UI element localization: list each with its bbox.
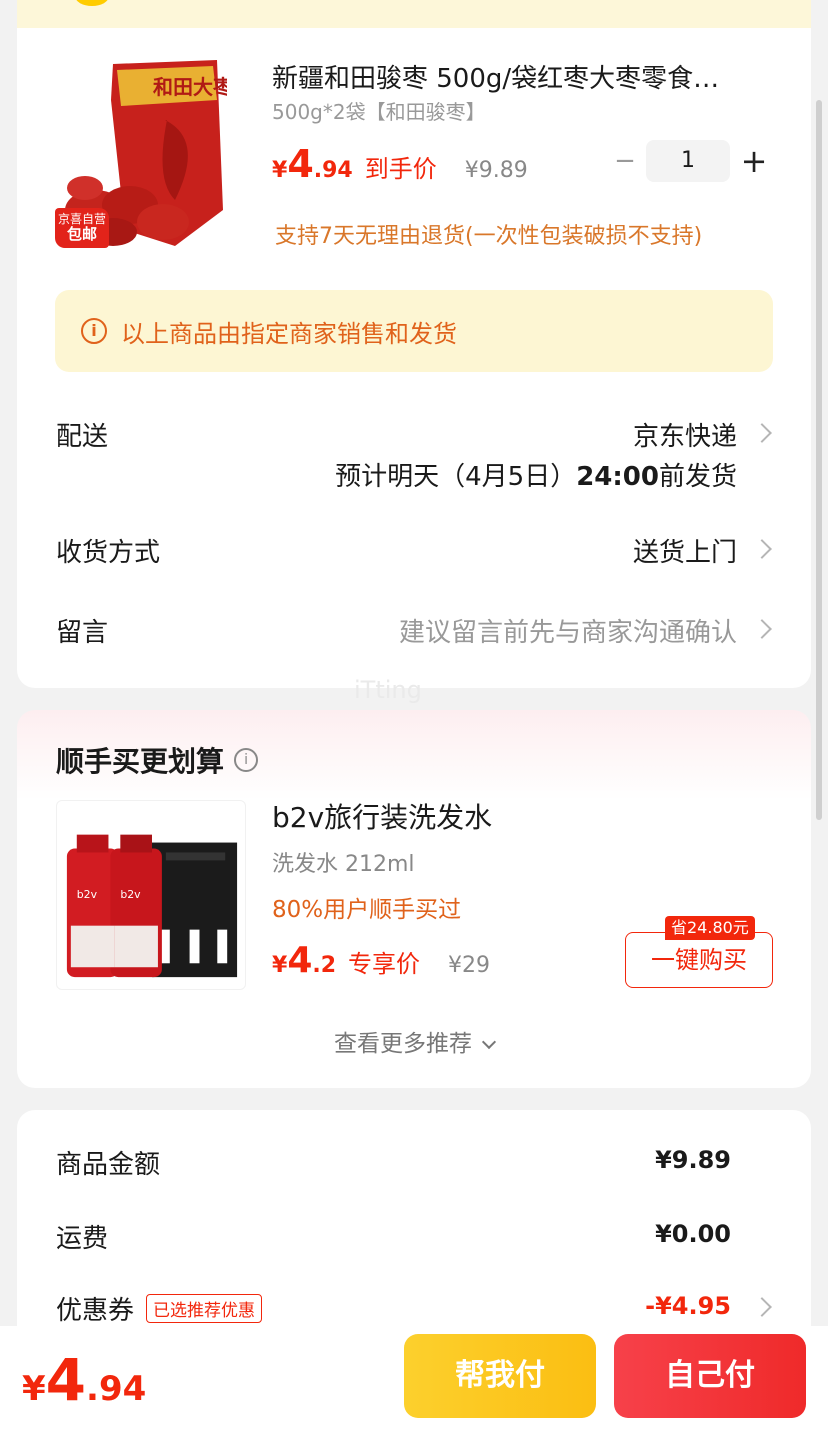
product-spec[interactable]: 500g*2袋【和田骏枣】 (272, 96, 486, 125)
rec-original-price: ¥29 (448, 953, 491, 978)
receive-method-label: 收货方式 (56, 538, 161, 568)
total-price: ¥ 4 .94 (22, 1346, 146, 1414)
product-image-text: 和田大枣 (153, 75, 227, 99)
info-icon: i (81, 318, 107, 344)
product-price: ¥ 4 .94 到手价 ¥9.89 (272, 142, 528, 186)
freight-value: ¥0.00 (655, 1220, 731, 1248)
delivery-chevron-icon[interactable] (752, 423, 772, 443)
product-title[interactable]: 新疆和田骏枣 500g/袋红枣大枣零食… (272, 58, 752, 95)
recommend-spec: 洗发水 212ml (272, 852, 415, 877)
one-click-buy-button[interactable]: 一键购买 (625, 932, 773, 988)
seller-notice: i 以上商品由指定商家销售和发货 (55, 290, 773, 372)
recommend-title: 顺手买更划算 i (56, 740, 259, 780)
total-decimal: .94 (86, 1369, 147, 1409)
free-shipping-badge: 京喜自营 包邮 (55, 208, 109, 248)
message-label: 留言 (56, 618, 109, 648)
top-strip (17, 0, 811, 28)
bottle-label-1: b2v (77, 888, 98, 901)
savings-badge: 省24.80元 (665, 916, 755, 940)
increase-button[interactable]: + (740, 142, 768, 180)
product-card: 和田大枣 京喜自营 包邮 新疆和田骏枣 500g/袋红枣大枣零食… 500g*2… (17, 28, 811, 688)
rec-price-currency: ¥ (272, 953, 288, 978)
price-decimal: .94 (313, 158, 353, 183)
receive-chevron-icon[interactable] (752, 539, 772, 559)
message-input[interactable]: 建议留言前先与商家沟通确认 (399, 612, 737, 649)
coupon-label-row: 优惠券 已选推荐优惠 (56, 1290, 263, 1327)
total-integer: 4 (45, 1346, 87, 1414)
goods-amount-value: ¥9.89 (655, 1146, 731, 1174)
chevron-down-icon (481, 1034, 497, 1050)
info-icon[interactable]: i (234, 748, 259, 772)
scrollbar[interactable] (816, 100, 822, 820)
rec-price-tag: 专享价 (348, 950, 421, 978)
badge-line-2: 包邮 (66, 225, 97, 243)
pay-myself-button[interactable]: 自己付 (614, 1334, 806, 1418)
rec-price-integer: 4 (287, 940, 313, 981)
coupon-value[interactable]: -¥4.95 (645, 1292, 731, 1320)
quantity-stepper: − 1 + (614, 140, 768, 182)
coupon-chevron-icon[interactable] (752, 1297, 772, 1317)
total-currency: ¥ (22, 1369, 46, 1409)
goods-amount-label: 商品金额 (56, 1150, 161, 1180)
price-integer: 4 (287, 142, 314, 186)
price-currency: ¥ (272, 158, 288, 183)
original-price: ¥9.89 (464, 158, 528, 183)
return-policy-note: 支持7天无理由退货(一次性包装破损不支持) (275, 224, 703, 249)
message-chevron-icon[interactable] (752, 619, 772, 639)
recommend-product-image[interactable]: b2v b2v (56, 800, 246, 990)
checkout-bar: ¥ 4 .94 帮我付 自己付 (0, 1326, 828, 1448)
recommend-card: 顺手买更划算 i b2v b2v b2v旅行装洗发水 洗发水 212ml 80%… (17, 710, 811, 1088)
bottle-label-2: b2v (120, 888, 141, 901)
store-dot-icon (75, 0, 109, 6)
eta-time: 24:00 (576, 462, 659, 492)
delivery-value[interactable]: 京东快递 (633, 416, 737, 453)
eta-prefix: 预计明天（4月5日） (335, 462, 577, 492)
delivery-label: 配送 (56, 422, 109, 452)
eta-suffix: 前发货 (658, 462, 737, 492)
quantity-input[interactable]: 1 (646, 140, 730, 182)
delivery-eta: 预计明天（4月5日）24:00前发货 (335, 456, 737, 493)
recommend-name[interactable]: b2v旅行装洗发水 (272, 796, 492, 836)
coupon-label: 优惠券 (56, 1296, 135, 1326)
price-tag: 到手价 (364, 155, 437, 183)
seller-notice-text: 以上商品由指定商家销售和发货 (121, 319, 457, 348)
more-recommendations-link[interactable]: 查看更多推荐 (17, 1024, 811, 1058)
freight-label: 运费 (56, 1224, 109, 1254)
receive-method-value[interactable]: 送货上门 (633, 532, 737, 569)
help-me-pay-button[interactable]: 帮我付 (404, 1334, 596, 1418)
recommend-title-text: 顺手买更划算 (56, 745, 225, 778)
coupon-tag: 已选推荐优惠 (146, 1294, 263, 1323)
recommend-price: ¥ 4 .2 专享价 ¥29 (272, 940, 490, 981)
more-recommendations-text: 查看更多推荐 (334, 1031, 472, 1057)
price-summary-card: 商品金额 ¥9.89 运费 ¥0.00 优惠券 已选推荐优惠 -¥4.95 (17, 1110, 811, 1350)
watermark: iTting (354, 676, 422, 704)
rec-price-decimal: .2 (312, 953, 337, 978)
recommend-bought-stat: 80%用户顺手买过 (272, 897, 462, 923)
decrease-button[interactable]: − (614, 146, 636, 176)
